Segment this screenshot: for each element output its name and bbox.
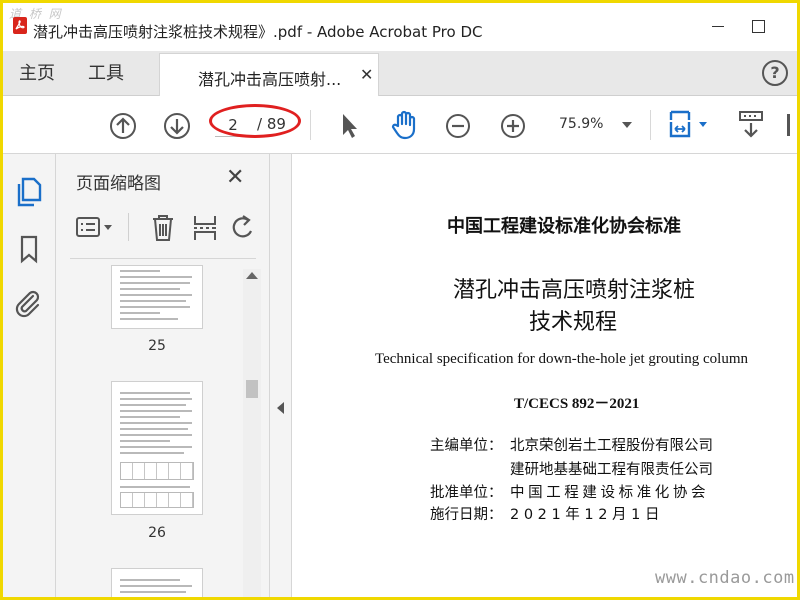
thumbnail-page-25[interactable]	[111, 265, 203, 329]
thumbnail-label: 25	[148, 338, 166, 354]
help-icon[interactable]: ?	[762, 60, 788, 86]
next-page-icon[interactable]	[162, 111, 192, 141]
doc-standard-code: T/CECS 892－2021	[514, 396, 640, 412]
panel-collapse-strip[interactable]	[270, 154, 292, 597]
thumbnail-label: 26	[148, 525, 166, 541]
hand-tool-icon[interactable]	[389, 109, 421, 141]
tab-document[interactable]: 潜孔冲击高压喷射... ✕	[159, 53, 379, 97]
thumbnail-page-26[interactable]	[111, 381, 203, 515]
chevron-down-icon[interactable]	[622, 122, 632, 128]
more-tools-icon[interactable]	[787, 114, 790, 136]
panel-divider	[70, 258, 256, 259]
doc-title-line2: 技术规程	[529, 310, 618, 335]
thumbnail-options-icon[interactable]	[74, 215, 116, 241]
rotate-icon[interactable]	[230, 213, 256, 243]
watermark-bottom: www.cndao.com	[655, 568, 795, 588]
close-icon[interactable]: ✕	[226, 165, 244, 190]
fit-page-icon[interactable]	[667, 108, 711, 142]
doc-approver: 中国工程建设标准化协会	[510, 485, 710, 501]
acrobat-window: 道 桥 网 潜孔冲击高压喷射注浆桩技术规程》.pdf - Adobe Acrob…	[3, 3, 797, 597]
left-rail	[3, 154, 56, 597]
panel-title: 页面缩略图	[76, 174, 161, 194]
tab-tools[interactable]: 工具	[75, 51, 137, 96]
collapse-panel-icon[interactable]	[277, 402, 284, 414]
doc-editor-label: 主编单位：	[430, 438, 503, 454]
doc-date-label: 施行日期：	[430, 507, 503, 523]
document-page: 中国工程建设标准化协会标准 潜孔冲击高压喷射注浆桩 技术规程 Technical…	[293, 154, 797, 597]
extract-pages-icon[interactable]	[191, 213, 219, 243]
previous-page-icon[interactable]	[108, 111, 138, 141]
doc-title-line1: 潜孔冲击高压喷射注浆桩	[453, 278, 696, 303]
doc-effective-date: 2021年12月1日	[510, 507, 665, 523]
zoom-level[interactable]: 75.9%	[559, 116, 603, 132]
maximize-button[interactable]	[743, 15, 773, 39]
tab-document-label: 潜孔冲击高压喷射...	[198, 70, 342, 89]
page-highlight-annotation	[209, 104, 301, 138]
tab-bar: 主页 工具 潜孔冲击高压喷射... ✕ ?	[3, 51, 797, 97]
zoom-in-icon[interactable]	[499, 112, 527, 140]
pdf-file-icon	[13, 17, 27, 34]
main-toolbar: / 89 75.9%	[3, 96, 797, 154]
thumbnail-panel: 页面缩略图 ✕ 25 26	[56, 154, 270, 597]
bookmark-icon[interactable]	[17, 234, 41, 264]
doc-editor-1: 北京荣创岩土工程股份有限公司	[510, 438, 713, 454]
close-icon[interactable]: ✕	[360, 65, 373, 84]
toolbar-separator	[650, 110, 651, 140]
title-bar: 道 桥 网 潜孔冲击高压喷射注浆桩技术规程》.pdf - Adobe Acrob…	[3, 3, 797, 43]
select-cursor-icon[interactable]	[337, 111, 361, 141]
scroll-up-icon[interactable]	[246, 272, 258, 279]
minimize-button[interactable]	[703, 15, 733, 39]
page-thumbnails-icon[interactable]	[15, 176, 43, 208]
tab-home[interactable]: 主页	[7, 51, 67, 96]
thumbnail-scrollbar[interactable]	[243, 269, 261, 597]
thumbnail-page-27[interactable]	[111, 568, 203, 597]
panel-toolbar	[70, 209, 260, 249]
attachment-icon[interactable]	[13, 288, 43, 320]
doc-org-heading: 中国工程建设标准化协会标准	[447, 216, 681, 237]
trash-icon[interactable]	[150, 213, 176, 243]
window-title: 潜孔冲击高压喷射注浆桩技术规程》.pdf - Adobe Acrobat Pro…	[33, 23, 483, 41]
scrollbar-thumb[interactable]	[246, 380, 258, 398]
toolbar-separator	[310, 110, 311, 140]
zoom-out-icon[interactable]	[444, 112, 472, 140]
doc-editor-2: 建研地基基础工程有限责任公司	[510, 462, 713, 478]
scroll-mode-icon[interactable]	[734, 108, 768, 142]
doc-approver-label: 批准单位：	[430, 485, 503, 501]
doc-title-english: Technical specification for down-the-hol…	[375, 351, 748, 367]
panel-toolbar-separator	[128, 213, 129, 241]
